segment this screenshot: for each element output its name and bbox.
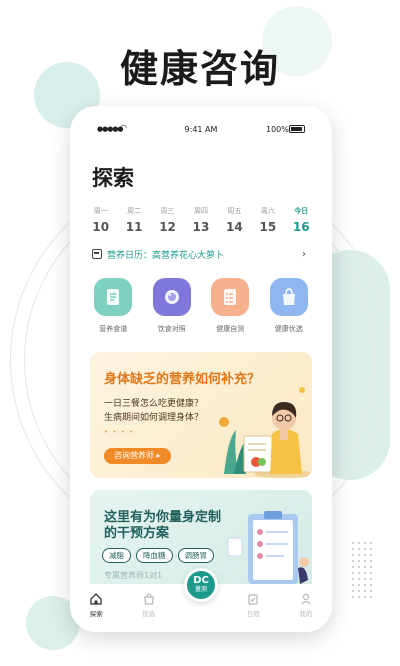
decor-dots: • • • •: [104, 428, 135, 436]
tab-measure[interactable]: DC 量测: [175, 568, 227, 632]
day-number: 16: [292, 220, 310, 234]
nutrition-consult-banner[interactable]: 身体缺乏的营养如何补充？ 一日三餐怎么吃更健康？ 生病期间如何调理身体？ • •…: [90, 352, 312, 478]
day-number: 15: [259, 220, 277, 234]
day-label: 周四: [193, 207, 208, 215]
user-icon: [300, 593, 311, 605]
tab-label: 优选: [142, 610, 156, 618]
day-label: 周一: [93, 207, 108, 215]
feature-grid: 营养食谱 饮食对照 健康自测 健康优选: [84, 278, 318, 334]
feature-label: 健康自测: [216, 325, 245, 333]
page-title: 探索: [92, 166, 134, 190]
feature-recipes[interactable]: 营养食谱: [84, 278, 143, 334]
tab-explore[interactable]: 探索: [70, 584, 122, 632]
banner-subtext: 专属营养师1对1: [104, 571, 163, 580]
day-number: 11: [125, 220, 143, 234]
calendar-day-today[interactable]: 今日 16: [285, 206, 318, 240]
day-label: 周三: [160, 207, 175, 215]
banner-title: 的干预方案: [104, 526, 170, 541]
tab-label: 我的: [299, 610, 313, 618]
banner-text: 生病期间如何调理身体？: [104, 413, 204, 423]
feature-diet-compare[interactable]: 饮食对照: [143, 278, 202, 334]
tab-select[interactable]: 优选: [122, 584, 174, 632]
day-number: 13: [192, 220, 210, 234]
phone-frame: ●●●●● ◠ 9:41 AM 100% 探索 周一 10 周二 11 周三 1…: [70, 106, 332, 632]
chevron-right-icon: ›: [302, 248, 306, 260]
calendar-day[interactable]: 周三 12: [151, 206, 184, 240]
day-label: 周五: [227, 207, 242, 215]
week-calendar: 周一 10 周二 11 周三 12 周四 13 周五 14 周六 15 今日 1…: [84, 206, 318, 240]
tab-me[interactable]: 我的: [280, 584, 332, 632]
decor-dots: [350, 540, 376, 600]
clipboard-check-icon: [248, 594, 259, 605]
banner-text: 一日三餐怎么吃更健康？: [104, 399, 204, 409]
measure-label: 量测: [195, 586, 208, 593]
bag-icon: [269, 278, 308, 316]
calendar-icon: [92, 249, 102, 259]
status-bar: ●●●●● ◠ 9:41 AM 100%: [70, 106, 332, 146]
tab-label: 探索: [89, 610, 103, 618]
day-label: 周二: [127, 207, 142, 215]
recipe-icon: [94, 278, 133, 316]
tab-bar: 探索 优选 DC 量测 日程 我的: [70, 568, 332, 632]
day-number: 10: [92, 220, 110, 234]
feature-self-test[interactable]: 健康自测: [201, 278, 260, 334]
calendar-day[interactable]: 周四 13: [184, 206, 217, 240]
day-label: 今日: [294, 207, 309, 215]
calendar-day[interactable]: 周五 14: [218, 206, 251, 240]
plan-tags: 减脂 降血糖 调肠胃: [102, 548, 219, 563]
consult-nutritionist-button[interactable]: 咨询营养师 ▸: [104, 448, 171, 464]
day-label: 周六: [260, 207, 275, 215]
feature-health-select[interactable]: 健康优选: [260, 278, 319, 334]
battery-icon: [289, 125, 305, 133]
tab-label: 日程: [246, 610, 260, 618]
plate-icon: [152, 278, 191, 316]
measure-button[interactable]: DC 量测: [184, 568, 219, 602]
calendar-day[interactable]: 周六 15: [251, 206, 284, 240]
day-number: 12: [159, 220, 176, 234]
plan-tag[interactable]: 调肠胃: [177, 548, 214, 563]
feature-label: 饮食对照: [157, 325, 186, 333]
calendar-day[interactable]: 周二 11: [117, 206, 150, 240]
bag-icon: [143, 593, 154, 605]
dc-logo-icon: DC: [193, 575, 209, 586]
hero-title: 健康咨询: [119, 47, 280, 91]
clipboard-illustration: [227, 511, 309, 584]
day-number: 14: [226, 220, 243, 234]
nutrition-diary-link[interactable]: 营养日历：高营养花心大萝卜 ›: [92, 246, 306, 262]
plan-tag[interactable]: 降血糖: [136, 548, 173, 563]
diary-text: 营养日历：高营养花心大萝卜: [107, 250, 225, 261]
tab-schedule[interactable]: 日程: [227, 584, 279, 632]
feature-label: 健康优选: [274, 325, 303, 333]
plan-tag[interactable]: 减脂: [102, 548, 131, 563]
home-icon: [90, 593, 102, 605]
calendar-day[interactable]: 周一 10: [84, 206, 117, 240]
checklist-icon: [211, 278, 250, 316]
feature-label: 营养食谱: [99, 325, 128, 333]
doctor-illustration: [219, 387, 312, 478]
battery-percent: 100%: [266, 125, 289, 134]
